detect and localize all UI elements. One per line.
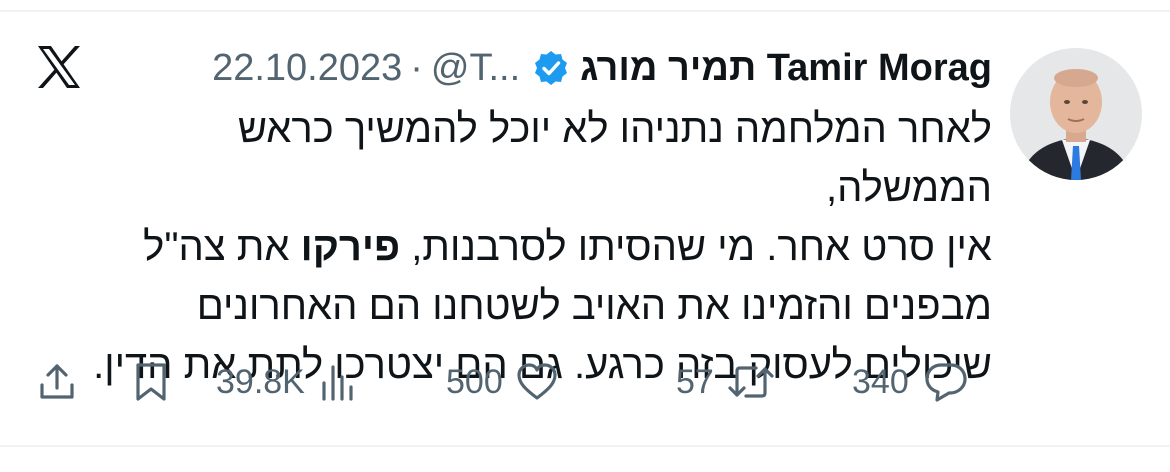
replies-count: 340: [852, 362, 909, 401]
action-bar: 39.8K 500 57 340: [0, 352, 1170, 412]
tweet-text: לאחר המלחמה נתניהו לא יוכל להמשיך כראש ה…: [72, 100, 992, 395]
tweet-line-1: לאחר המלחמה נתניהו לא יוכל להמשיך כראש ה…: [237, 107, 992, 210]
tweet-line-2: אין סרט אחר. מי שהסיתו לסרבנות, פירקו את…: [72, 218, 992, 277]
repost-button[interactable]: 57: [676, 352, 776, 412]
tweet-line-3: מבפנים והזמינו את האויב לשטחנו הם האחרונ…: [196, 284, 992, 328]
like-button[interactable]: 500: [446, 352, 559, 412]
header-separator: ·: [410, 46, 423, 89]
verified-badge-icon: [532, 49, 570, 87]
tweet-card: Tamir Morag תמיר מורג @T... · 22.10.2023…: [0, 0, 1170, 472]
tweet-date[interactable]: 22.10.2023: [212, 47, 402, 90]
bookmark-button[interactable]: [130, 352, 172, 412]
author-name[interactable]: Tamir Morag תמיר מורג: [580, 47, 992, 90]
tweet-line-2-end: את צה"ל: [143, 225, 301, 269]
views-count: 39.8K: [216, 362, 305, 401]
tweet-line-2-start: אין סרט אחר. מי שהסיתו לסרבנות,: [400, 225, 992, 269]
avatar[interactable]: [1010, 48, 1142, 180]
top-divider: [0, 10, 1170, 12]
author-handle[interactable]: @T...: [431, 47, 520, 90]
views-button[interactable]: 39.8K: [216, 352, 359, 412]
repost-icon: [728, 366, 774, 398]
reply-button[interactable]: 340: [852, 352, 969, 412]
reply-icon: [925, 363, 967, 402]
bottom-divider: [0, 445, 1170, 447]
share-button[interactable]: [36, 352, 78, 412]
likes-count: 500: [446, 362, 503, 401]
heart-icon: [517, 363, 557, 400]
x-logo-icon[interactable]: [34, 42, 84, 92]
share-icon: [40, 364, 74, 399]
avatar-image: [1010, 48, 1142, 180]
views-icon: [322, 365, 353, 401]
bookmark-icon: [136, 363, 166, 401]
reposts-count: 57: [676, 362, 714, 401]
tweet-header: Tamir Morag תמיר מורג @T... · 22.10.2023: [212, 40, 992, 96]
tweet-bold-word: פירקו: [300, 225, 401, 269]
